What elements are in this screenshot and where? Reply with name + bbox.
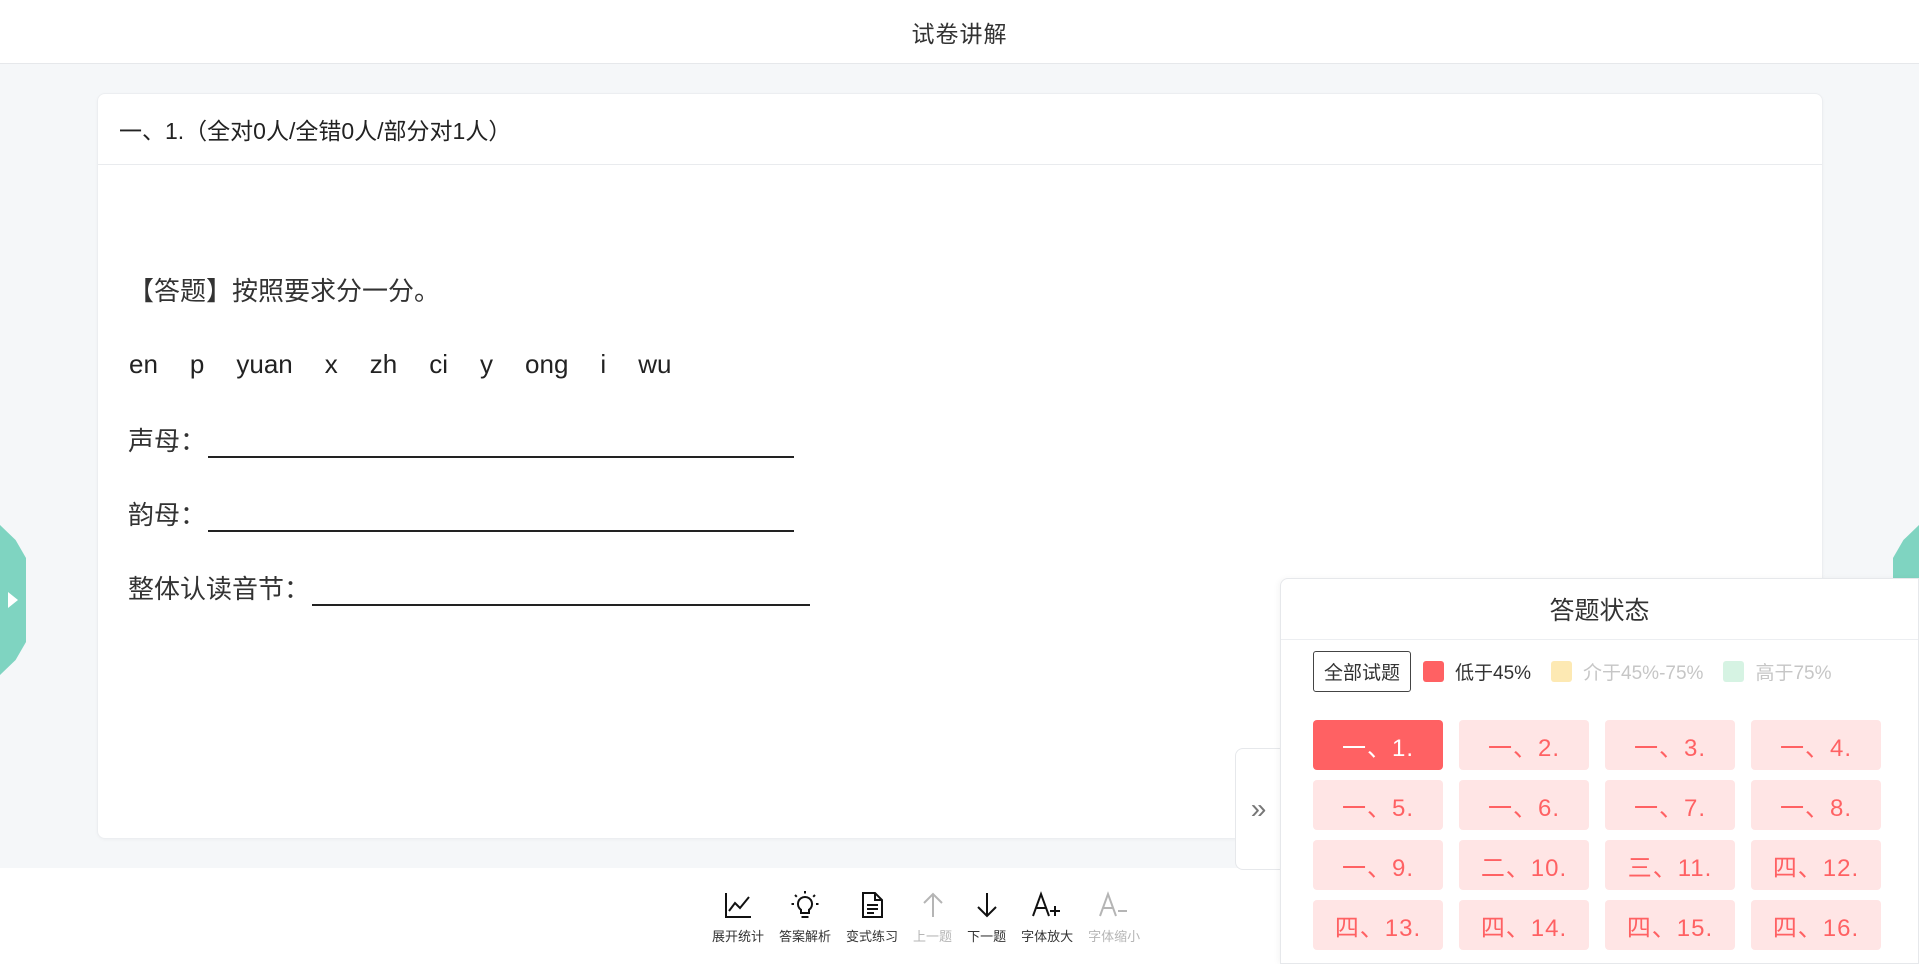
question-nav-button[interactable]: 一、4. <box>1751 720 1881 770</box>
swatch <box>1551 661 1573 682</box>
legend-low[interactable]: 低于45% <box>1423 658 1531 685</box>
legend-label: 高于75% <box>1755 663 1832 684</box>
pinyin-list: en p yuan x zh ci y ong i wu <box>129 349 703 380</box>
blank-zhengti: 整体认读音节： <box>128 569 811 606</box>
tool-label: 展开统计 <box>712 929 765 944</box>
blank-label: 声母： <box>128 427 207 457</box>
question-nav-button[interactable]: 四、14. <box>1459 900 1589 950</box>
font-increase-icon <box>1031 888 1063 922</box>
arrow-down-icon <box>972 888 1002 922</box>
question-nav-button[interactable]: 四、15. <box>1605 900 1735 950</box>
pinyin-item: p <box>189 349 205 379</box>
pinyin-item: i <box>600 349 607 379</box>
header-bar: 试卷讲解 <box>0 0 1919 64</box>
collapse-panel-button[interactable]: » <box>1235 748 1281 870</box>
legend-label: 介于45%-75% <box>1583 663 1704 684</box>
legend-label: 低于45% <box>1455 663 1532 684</box>
lightbulb-icon <box>789 888 821 922</box>
question-nav-button[interactable]: 一、8. <box>1751 780 1881 830</box>
pinyin-item: ong <box>525 349 569 379</box>
document-icon <box>857 888 887 922</box>
expand-stats-button[interactable]: 展开统计 <box>712 888 764 945</box>
question-nav-button[interactable]: 四、16. <box>1751 900 1881 950</box>
swatch <box>1723 661 1745 682</box>
question-nav-button[interactable]: 一、6. <box>1459 780 1589 830</box>
blank-label: 整体认读音节： <box>128 575 311 605</box>
question-nav-button[interactable]: 一、5. <box>1313 780 1443 830</box>
legend-mid[interactable]: 介于45%-75% <box>1551 658 1703 685</box>
arrow-up-icon <box>918 888 948 922</box>
question-nav-button[interactable]: 一、1. <box>1313 720 1443 770</box>
answer-blank <box>208 430 795 458</box>
question-nav-button[interactable]: 三、11. <box>1605 840 1735 890</box>
font-decrease-icon <box>1098 888 1130 922</box>
blank-label: 韵母： <box>128 501 207 531</box>
legend: 全部试题 低于45% 介于45%-75% 高于75% <box>1313 651 1851 692</box>
tool-label: 字体放大 <box>1021 929 1074 944</box>
left-side-toggle[interactable] <box>0 525 26 675</box>
question-grid: 一、1. 一、2. 一、3. 一、4. 一、5. 一、6. 一、7. 一、8. 一、9. 二、10… <box>1313 720 1881 950</box>
font-increase-button[interactable]: 字体放大 <box>1021 888 1073 945</box>
pinyin-item: yuan <box>236 349 293 379</box>
tool-label: 字体缩小 <box>1088 929 1141 944</box>
question-heading: 一、1.（全对0人/全错0人/部分对1人） <box>98 94 1822 165</box>
answer-analysis-button[interactable]: 答案解析 <box>779 888 831 945</box>
swatch <box>1423 661 1445 682</box>
tool-label: 上一题 <box>913 929 953 944</box>
answer-blank <box>312 578 811 606</box>
legend-high[interactable]: 高于75% <box>1723 658 1831 685</box>
caret-right-icon <box>8 592 18 608</box>
question-nav-button[interactable]: 一、9. <box>1313 840 1443 890</box>
previous-question-button[interactable]: 上一题 <box>913 888 952 945</box>
question-nav-button[interactable]: 一、2. <box>1459 720 1589 770</box>
all-questions-filter[interactable]: 全部试题 <box>1313 651 1412 692</box>
panel-title: 答题状态 <box>1281 579 1918 640</box>
question-prompt: 【答题】按照要求分一分。 <box>128 277 441 307</box>
tool-label: 变式练习 <box>846 929 899 944</box>
question-nav-button[interactable]: 四、12. <box>1751 840 1881 890</box>
pinyin-item: wu <box>638 349 672 379</box>
pinyin-item: x <box>324 349 338 379</box>
font-decrease-button[interactable]: 字体缩小 <box>1088 888 1140 945</box>
tool-label: 答案解析 <box>779 929 832 944</box>
line-chart-icon <box>723 888 753 922</box>
page-title: 试卷讲解 <box>911 20 1008 47</box>
pinyin-item: y <box>480 349 494 379</box>
pinyin-item: en <box>129 349 158 379</box>
question-nav-button[interactable]: 四、13. <box>1313 900 1443 950</box>
blank-shengmu: 声母： <box>128 421 795 458</box>
pinyin-item: zh <box>369 349 398 379</box>
blank-yunmu: 韵母： <box>128 495 795 532</box>
question-nav-button[interactable]: 一、7. <box>1605 780 1735 830</box>
double-chevron-right-icon: » <box>1250 793 1267 824</box>
variant-practice-button[interactable]: 变式练习 <box>846 888 898 945</box>
toolbar: 展开统计 答案解析 变式练习 上一题 下一题 字体放大 字体缩小 <box>712 888 1155 945</box>
question-nav-button[interactable]: 二、10. <box>1459 840 1589 890</box>
answer-status-panel: 答题状态 全部试题 低于45% 介于45%-75% 高于75% 一、1. 一、2.… <box>1280 578 1919 964</box>
tool-label: 下一题 <box>967 929 1007 944</box>
next-question-button[interactable]: 下一题 <box>967 888 1006 945</box>
pinyin-item: ci <box>429 349 449 379</box>
question-nav-button[interactable]: 一、3. <box>1605 720 1735 770</box>
answer-blank <box>208 504 795 532</box>
